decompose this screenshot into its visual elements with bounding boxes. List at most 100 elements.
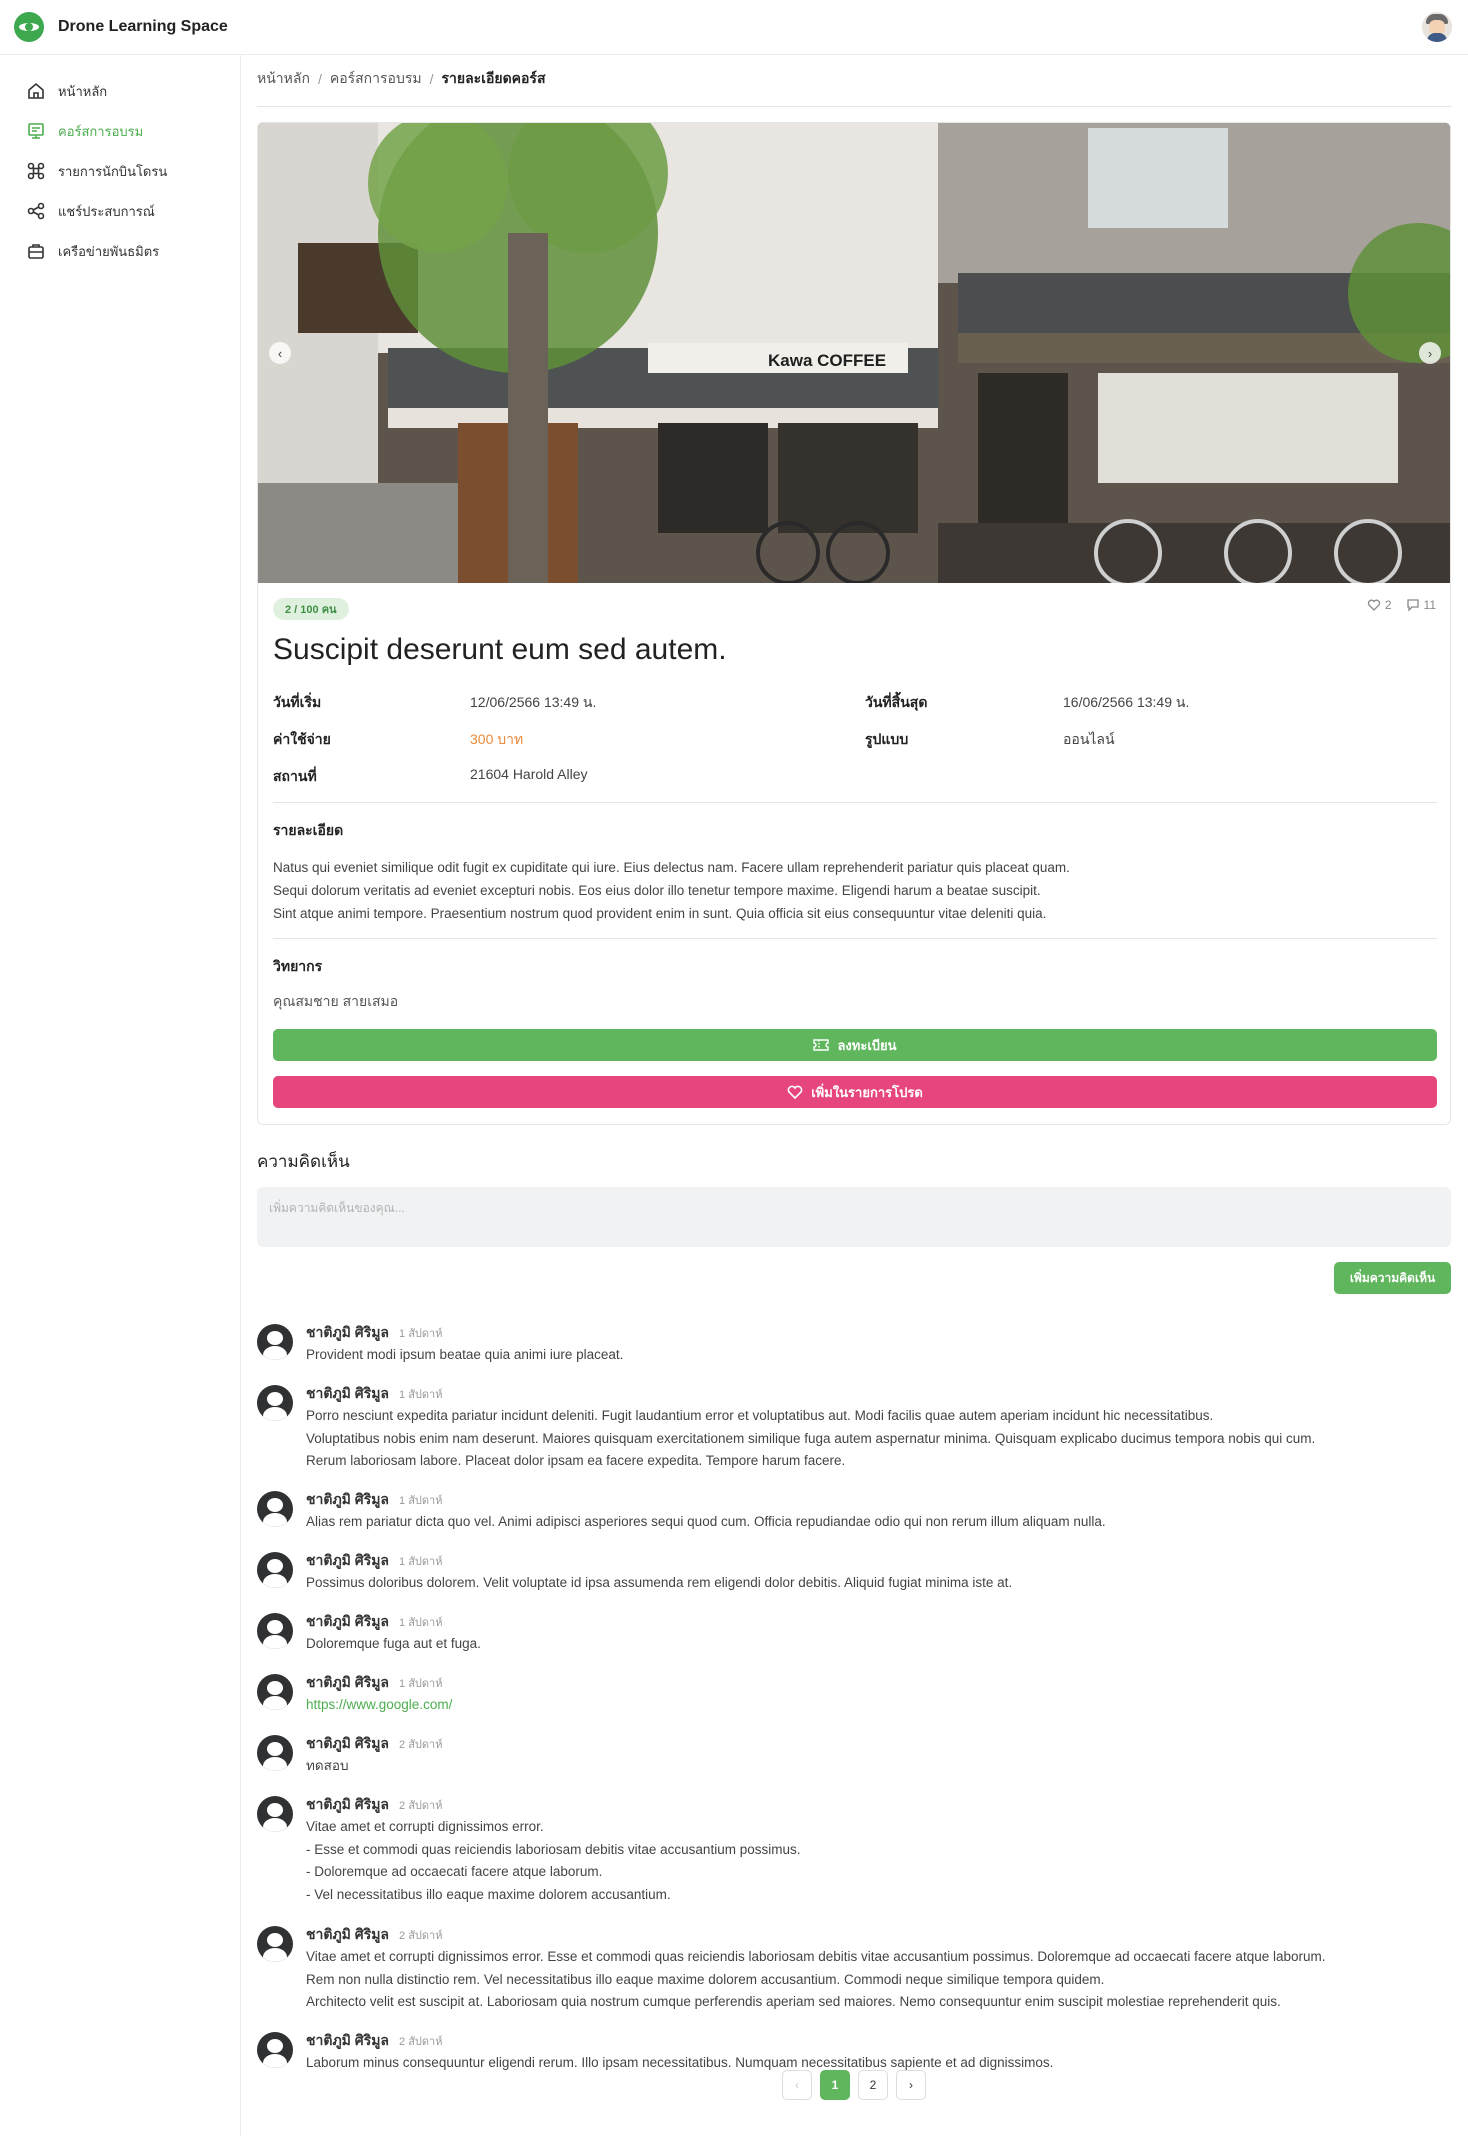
avatar[interactable] (257, 1796, 293, 1832)
coffee-sign: Kawa COFFEE (768, 351, 887, 370)
avatar[interactable] (257, 1491, 293, 1527)
likes-count[interactable]: 2 (1367, 598, 1392, 612)
comment-author[interactable]: ชาติภูมิ ศิริมูล (306, 1550, 389, 1572)
avatar[interactable] (257, 1324, 293, 1360)
avatar[interactable] (257, 1385, 293, 1421)
sidebar-item-share[interactable]: แชร์ประสบการณ์ (26, 199, 155, 223)
comment-author[interactable]: ชาติภูมิ ศิริมูล (306, 1322, 389, 1344)
heart-icon (1367, 599, 1381, 611)
pagination: ‹ 1 2 › (782, 2070, 926, 2100)
comment-body: Vitae amet et corrupti dignissimos error… (306, 1949, 1326, 2009)
comment-author[interactable]: ชาติภูมิ ศิริมูล (306, 1611, 389, 1633)
location-label: สถานที่ (273, 768, 317, 784)
comment-time: 2 สัปดาห์ (399, 1930, 443, 1942)
detail-text: Natus qui eveniet similique odit fugit e… (273, 856, 1433, 925)
sidebar-item-label: คอร์สการอบรม (58, 123, 144, 139)
register-label: ลงทะเบียน (837, 1037, 897, 1053)
carousel-next-button[interactable]: › (1419, 342, 1441, 364)
end-date-label: วันที่สิ้นสุด (865, 694, 928, 710)
add-favorite-button[interactable]: เพิ่มในรายการโปรด (273, 1076, 1437, 1108)
comment-body: Alias rem pariatur dicta quo vel. Animi … (306, 1514, 1106, 1529)
chevron-left-icon: ‹ (277, 345, 283, 361)
format-value: ออนไลน์ (1063, 731, 1115, 747)
format-label: รูปแบบ (865, 731, 909, 747)
comment-body: ทดสอบ (306, 1758, 349, 1773)
comments-count[interactable]: 11 (1406, 598, 1436, 612)
comment-time: 2 สัปดาห์ (399, 2036, 443, 2048)
detail-title: รายละเอียด (273, 822, 344, 838)
comment-time: 1 สัปดาห์ (399, 1617, 443, 1629)
logo-icon[interactable] (14, 12, 44, 42)
sidebar-item-partners[interactable]: เครือข่ายพันธมิตร (26, 239, 159, 263)
comments-value: 11 (1423, 598, 1436, 612)
comment-time: 1 สัปดาห์ (399, 1495, 443, 1507)
breadcrumb-divider (257, 106, 1451, 107)
course-stats: 2 11 (1367, 598, 1436, 612)
share-icon (26, 201, 46, 221)
chevron-right-icon: › (1427, 345, 1433, 361)
ticket-icon (813, 1039, 830, 1051)
likes-value: 2 (1384, 598, 1392, 612)
avatar[interactable] (257, 1613, 293, 1649)
drone-icon (26, 161, 46, 181)
home-icon (26, 81, 46, 101)
comment-author[interactable]: ชาติภูมิ ศิริมูล (306, 1672, 389, 1694)
sidebar-item-label: เครือข่ายพันธมิตร (58, 243, 160, 259)
detail-line: Sint atque animi tempore. Praesentium no… (273, 906, 1047, 921)
comment-body: Provident modi ipsum beatae quia animi i… (306, 1347, 624, 1362)
comment-body: Possimus doloribus dolorem. Velit volupt… (306, 1575, 1013, 1590)
comment-time: 1 สัปดาห์ (399, 1678, 443, 1690)
comment-author[interactable]: ชาติภูมิ ศิริมูล (306, 1733, 389, 1755)
avatar[interactable] (257, 1674, 293, 1710)
sidebar-item-label: รายการนักบินโดรน (58, 163, 168, 179)
comment-time: 2 สัปดาห์ (399, 1800, 443, 1812)
avatar[interactable] (257, 1552, 293, 1588)
top-bar: Drone Learning Space (0, 0, 1468, 55)
next-page-button[interactable]: › (896, 2070, 926, 2100)
breadcrumb-home[interactable]: หน้าหลัก (257, 68, 310, 90)
start-date-label: วันที่เริ่ม (273, 694, 322, 710)
breadcrumb-current: รายละเอียดคอร์ส (441, 70, 546, 86)
breadcrumb-separator: / (317, 71, 322, 87)
divider (273, 938, 1437, 939)
detail-line: Natus qui eveniet similique odit fugit e… (273, 860, 1070, 875)
breadcrumb-courses[interactable]: คอร์สการอบรม (330, 68, 422, 90)
avatar[interactable] (257, 1926, 293, 1962)
sidebar: หน้าหลัก คอร์สการอบรม รายการนักบินโดรน แ… (0, 55, 241, 2136)
prev-page-button[interactable]: ‹ (782, 2070, 812, 2100)
comment-time: 1 สัปดาห์ (399, 1328, 443, 1340)
comment-author[interactable]: ชาติภูมิ ศิริมูล (306, 1383, 389, 1405)
comment-body: Porro nesciunt expedita pariatur incidun… (306, 1408, 1316, 1468)
comment-author[interactable]: ชาติภูมิ ศิริมูล (306, 1489, 389, 1511)
user-avatar[interactable] (1422, 12, 1452, 42)
sidebar-item-courses[interactable]: คอร์สการอบรม (26, 119, 143, 143)
sidebar-item-label: หน้าหลัก (58, 83, 108, 99)
instructor-title: วิทยากร (273, 958, 323, 974)
breadcrumb-separator: / (429, 71, 434, 87)
divider (273, 802, 1437, 803)
comments-title: ความคิดเห็น (257, 1152, 350, 1171)
comment-time: 2 สัปดาห์ (399, 1739, 443, 1751)
add-comment-button[interactable]: เพิ่มความคิดเห็น (1334, 1262, 1451, 1294)
sidebar-item-home[interactable]: หน้าหลัก (26, 79, 107, 103)
comment-author[interactable]: ชาติภูมิ ศิริมูล (306, 1924, 389, 1946)
sidebar-item-label: แชร์ประสบการณ์ (58, 203, 155, 219)
comment-body: Vitae amet et corrupti dignissimos error… (306, 1819, 801, 1902)
comment-input[interactable] (257, 1187, 1451, 1247)
page-button-1[interactable]: 1 (820, 2070, 850, 2100)
comment-link[interactable]: https://www.google.com/ (306, 1697, 452, 1712)
avatar[interactable] (257, 1735, 293, 1771)
cost-label: ค่าใช้จ่าย (273, 731, 331, 747)
location-value: 21604 Harold Alley (470, 766, 588, 782)
register-button[interactable]: ลงทะเบียน (273, 1029, 1437, 1061)
comment-author[interactable]: ชาติภูมิ ศิริมูล (306, 1794, 389, 1816)
sidebar-item-pilots[interactable]: รายการนักบินโดรน (26, 159, 167, 183)
avatar[interactable] (257, 2032, 293, 2068)
app-title[interactable]: Drone Learning Space (58, 18, 228, 36)
course-icon (26, 121, 46, 141)
carousel-prev-button[interactable]: ‹ (269, 342, 291, 364)
comment-author[interactable]: ชาติภูมิ ศิริมูล (306, 2030, 389, 2052)
breadcrumb: หน้าหลัก / คอร์สการอบรม / รายละเอียดคอร์… (257, 68, 546, 90)
start-date-value: 12/06/2566 13:49 น. (470, 694, 597, 710)
page-button-2[interactable]: 2 (858, 2070, 888, 2100)
